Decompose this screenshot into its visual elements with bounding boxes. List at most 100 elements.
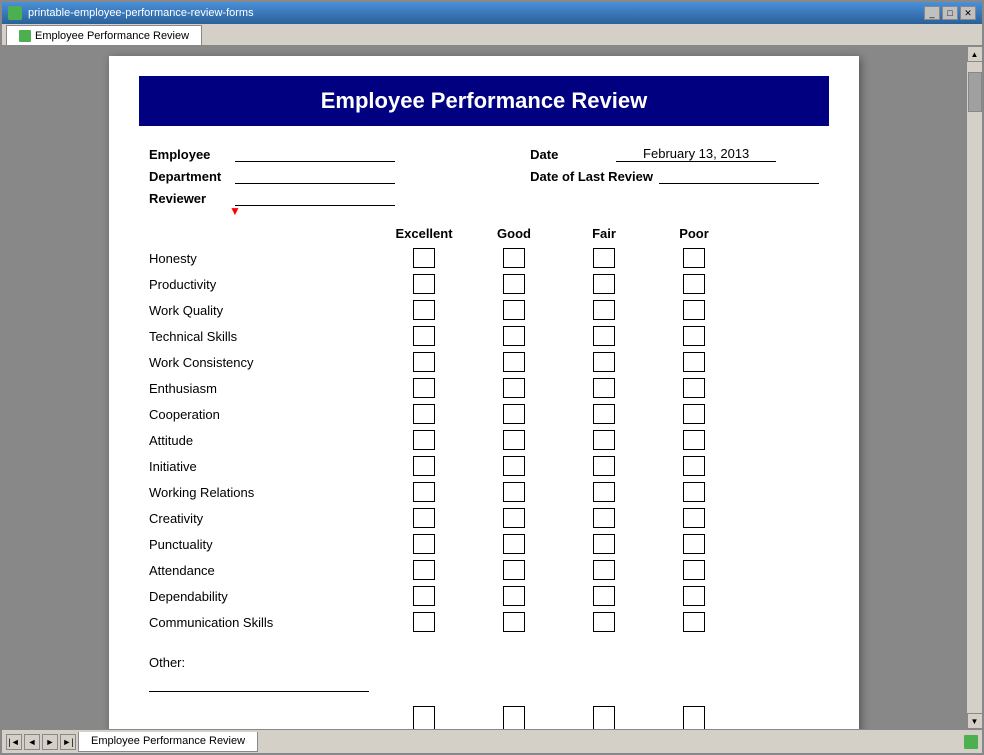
checkbox-cooperation-excellent[interactable] xyxy=(413,404,435,424)
checkbox-productivity-fair[interactable] xyxy=(593,274,615,294)
checkbox-other-fair[interactable] xyxy=(593,706,615,729)
employee-input[interactable] xyxy=(235,146,395,162)
checkbox-creativity-excellent[interactable] xyxy=(413,508,435,528)
next-sheet-button[interactable]: ► xyxy=(42,734,58,750)
checkbox-attitude-excellent[interactable] xyxy=(413,430,435,450)
scroll-down-button[interactable]: ▼ xyxy=(967,713,983,729)
checkbox-punctuality-poor[interactable] xyxy=(683,534,705,554)
checkbox-work-quality-poor[interactable] xyxy=(683,300,705,320)
close-button[interactable]: ✕ xyxy=(960,6,976,20)
checkbox-productivity-excellent[interactable] xyxy=(413,274,435,294)
prev-sheet-button[interactable]: ◄ xyxy=(24,734,40,750)
checkbox-attitude-good[interactable] xyxy=(503,430,525,450)
checkbox-other-excellent[interactable] xyxy=(413,706,435,729)
checkbox-technical-skills-excellent[interactable] xyxy=(413,326,435,346)
checkbox-attendance-poor[interactable] xyxy=(683,560,705,580)
checkbox-working-relations-excellent[interactable] xyxy=(413,482,435,502)
checkbox-working-relations-fair[interactable] xyxy=(593,482,615,502)
maximize-button[interactable]: □ xyxy=(942,6,958,20)
checkbox-productivity-poor[interactable] xyxy=(683,274,705,294)
checkbox-group-punctuality xyxy=(379,534,739,554)
checkbox-work-consistency-good[interactable] xyxy=(503,352,525,372)
checkbox-technical-skills-fair[interactable] xyxy=(593,326,615,346)
checkbox-attendance-excellent[interactable] xyxy=(413,560,435,580)
checkbox-productivity-good[interactable] xyxy=(503,274,525,294)
checkbox-cooperation-good[interactable] xyxy=(503,404,525,424)
checkbox-initiative-excellent[interactable] xyxy=(413,456,435,476)
first-sheet-button[interactable]: |◄ xyxy=(6,734,22,750)
checkbox-work-consistency-fair[interactable] xyxy=(593,352,615,372)
checkbox-communication-skills-poor[interactable] xyxy=(683,612,705,632)
reviewer-input[interactable] xyxy=(235,190,395,206)
date-row: Date February 13, 2013 xyxy=(530,146,819,162)
scroll-up-button[interactable]: ▲ xyxy=(967,46,983,62)
checkbox-work-consistency-excellent[interactable] xyxy=(413,352,435,372)
checkbox-communication-skills-good[interactable] xyxy=(503,612,525,632)
table-row: Technical Skills xyxy=(149,323,819,349)
scrollbar-right[interactable]: ▲ ▼ xyxy=(966,46,982,729)
checkbox-creativity-poor[interactable] xyxy=(683,508,705,528)
checkbox-initiative-poor[interactable] xyxy=(683,456,705,476)
checkbox-punctuality-excellent[interactable] xyxy=(413,534,435,554)
sheet-tab-bottom[interactable]: Employee Performance Review xyxy=(78,732,258,752)
checkbox-dependability-fair[interactable] xyxy=(593,586,615,606)
checkbox-attendance-good[interactable] xyxy=(503,560,525,580)
criteria-initiative: Initiative xyxy=(149,459,379,474)
checkbox-cooperation-poor[interactable] xyxy=(683,404,705,424)
criteria-enthusiasm: Enthusiasm xyxy=(149,381,379,396)
checkbox-dependability-good[interactable] xyxy=(503,586,525,606)
checkbox-honesty-good[interactable] xyxy=(503,248,525,268)
checkbox-technical-skills-poor[interactable] xyxy=(683,326,705,346)
other-input[interactable] xyxy=(149,676,369,692)
main-area: Employee Performance Review ▼ Employee D… xyxy=(2,46,982,729)
document-area[interactable]: Employee Performance Review ▼ Employee D… xyxy=(2,46,966,729)
bottom-bar: |◄ ◄ ► ►| Employee Performance Review xyxy=(2,729,982,753)
checkbox-punctuality-good[interactable] xyxy=(503,534,525,554)
checkbox-enthusiasm-fair[interactable] xyxy=(593,378,615,398)
checkbox-dependability-poor[interactable] xyxy=(683,586,705,606)
checkbox-initiative-good[interactable] xyxy=(503,456,525,476)
checkbox-work-consistency-poor[interactable] xyxy=(683,352,705,372)
left-fields: Employee Department Reviewer xyxy=(149,146,395,206)
fair-header: Fair xyxy=(559,226,649,241)
app-icon xyxy=(8,6,22,20)
checkbox-cooperation-fair[interactable] xyxy=(593,404,615,424)
checkbox-initiative-fair[interactable] xyxy=(593,456,615,476)
checkbox-work-quality-good[interactable] xyxy=(503,300,525,320)
checkbox-creativity-fair[interactable] xyxy=(593,508,615,528)
checkbox-other-good[interactable] xyxy=(503,706,525,729)
checkbox-honesty-excellent[interactable] xyxy=(413,248,435,268)
checkbox-enthusiasm-poor[interactable] xyxy=(683,378,705,398)
checkbox-creativity-good[interactable] xyxy=(503,508,525,528)
table-row: Communication Skills xyxy=(149,609,819,635)
checkbox-work-quality-fair[interactable] xyxy=(593,300,615,320)
checkbox-attitude-fair[interactable] xyxy=(593,430,615,450)
checkbox-work-quality-excellent[interactable] xyxy=(413,300,435,320)
sheet-tab-active[interactable]: Employee Performance Review xyxy=(6,25,202,45)
other-label: Other: xyxy=(149,655,819,670)
checkbox-group-productivity xyxy=(379,274,739,294)
checkbox-dependability-excellent[interactable] xyxy=(413,586,435,606)
checkbox-punctuality-fair[interactable] xyxy=(593,534,615,554)
checkbox-technical-skills-good[interactable] xyxy=(503,326,525,346)
checkbox-other-poor[interactable] xyxy=(683,706,705,729)
checkbox-working-relations-good[interactable] xyxy=(503,482,525,502)
department-input[interactable] xyxy=(235,168,395,184)
checkbox-group-dependability xyxy=(379,586,739,606)
checkbox-attendance-fair[interactable] xyxy=(593,560,615,580)
checkbox-communication-skills-excellent[interactable] xyxy=(413,612,435,632)
scroll-track[interactable] xyxy=(967,62,983,713)
checkbox-honesty-fair[interactable] xyxy=(593,248,615,268)
minimize-button[interactable]: _ xyxy=(924,6,940,20)
checkbox-working-relations-poor[interactable] xyxy=(683,482,705,502)
checkbox-enthusiasm-good[interactable] xyxy=(503,378,525,398)
last-sheet-button[interactable]: ►| xyxy=(60,734,76,750)
date-value[interactable]: February 13, 2013 xyxy=(616,146,776,162)
department-label: Department xyxy=(149,169,229,184)
checkbox-attitude-poor[interactable] xyxy=(683,430,705,450)
scroll-thumb[interactable] xyxy=(968,72,982,112)
last-review-input[interactable] xyxy=(659,168,819,184)
checkbox-honesty-poor[interactable] xyxy=(683,248,705,268)
checkbox-communication-skills-fair[interactable] xyxy=(593,612,615,632)
checkbox-enthusiasm-excellent[interactable] xyxy=(413,378,435,398)
